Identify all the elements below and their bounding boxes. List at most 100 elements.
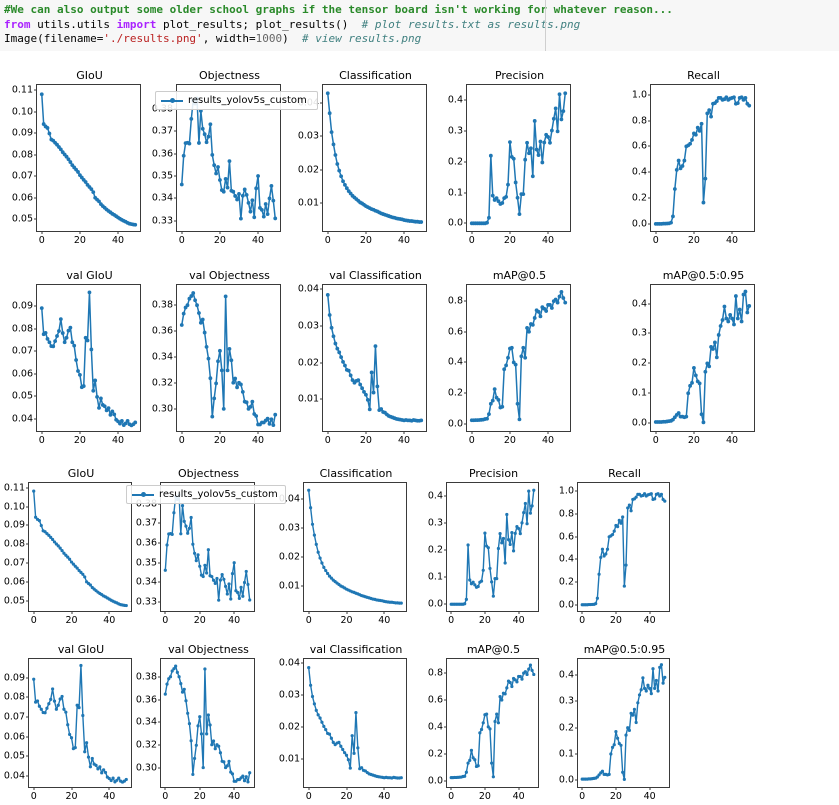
x-tick-mark [731,431,733,434]
chart-title-val-classification: val Classification [309,643,403,656]
x-tick-mark [693,431,695,434]
x-tick-mark [547,431,549,434]
x-tick-label: 40 [228,791,241,802]
x-tick-label: 20 [478,615,491,626]
x-tick-mark [383,611,385,614]
chart-axes-val-giou: 0.04 0.05 0.06 0.07 0.08 0.09 0 20 40 [12,284,141,446]
y-tick-label: 0.0 [631,417,647,429]
x-tick-label: 40 [542,435,555,446]
y-tick-label: 0.4 [427,490,443,502]
x-tick-label: 0 [579,791,586,802]
chart-plot-area-precision [449,488,536,606]
x-tick-mark [547,231,549,234]
chart-plot-area-classification [325,91,424,224]
legend-label-bottom: results_yolov5s_custom [159,489,278,500]
chart-axes-recall: 0.0 0.2 0.4 0.6 0.8 1.0 0 20 40 [559,482,670,626]
chart-axes-val-objectness: 0.30 0.32 0.34 0.36 0.38 0 20 40 [152,284,281,446]
y-tick-label: 0.03 [297,130,319,142]
y-tick-label: 0.35 [151,170,173,182]
y-tick-label: 0.07 [3,557,25,569]
code-token-str: './results.png' [103,32,203,46]
x-tick-label: 0 [468,435,475,446]
chart-axes-map50: 0.0 0.2 0.4 0.6 0.8 0 20 40 [428,658,539,802]
x-tick-label: 20 [503,235,516,246]
chart-panel-map50: mAP@0.5 0.0 0.2 0.4 0.6 0.8 0 20 40 [428,643,541,803]
x-tick-mark [308,787,310,790]
y-tick-label: 0.06 [11,368,33,380]
y-tick-label: 0.0 [427,775,443,787]
y-tick-label: 0.11 [3,482,25,494]
x-tick-label: 0 [324,435,331,446]
y-tick-label: 0.04 [297,283,319,295]
y-tick-label: 0.2 [447,387,463,399]
y-tick-label: 1.0 [631,89,647,101]
chart-title-objectness: Objectness [198,69,261,82]
y-tick-label: 0.03 [297,320,319,332]
y-tick-label: 0.0 [447,217,463,229]
x-tick-mark [199,787,201,790]
x-tick-label: 40 [103,615,116,626]
code-line-2: from utils.utils import plot_results; pl… [4,18,839,33]
chart-title-val-giou: val GIoU [57,643,105,656]
y-tick-label: 1.0 [558,485,574,497]
chart-title-classification: Classification [339,69,412,82]
y-tick-label: 0.05 [3,750,25,762]
x-tick-label: 20 [193,791,206,802]
x-tick-mark [649,611,651,614]
y-tick-label: 0.01 [297,393,319,405]
y-tick-label: 0.0 [558,774,574,786]
x-tick-mark [108,611,110,614]
code-line-1: #We can also output some older school gr… [4,3,839,18]
y-tick-label: 0.30 [151,403,173,415]
chart-panel-val-objectness: val Objectness 0.30 0.32 0.34 0.36 0.38 0 20 40 [136,643,257,803]
chart-panel-map50-95: mAP@0.5:0.95 0.0 0.1 0.2 0.3 0.4 0 20 40 [632,269,757,447]
chart-panel-giou: GIoU 0.05 0.06 0.07 0.08 0.09 0.10 0.11 0 20 40 [12,69,143,247]
y-tick-label: 0.08 [11,149,33,161]
y-tick-label: 0.36 [151,148,173,159]
y-tick-label: 0.33 [135,596,157,608]
x-tick-mark [649,787,651,790]
y-tick-label: 0.01 [278,753,300,765]
chart-panel-recall: Recall 0.0 0.2 0.4 0.6 0.8 1.0 0 20 40 [559,467,672,627]
x-tick-label: 0 [448,791,455,802]
x-tick-label: 20 [609,615,622,626]
x-tick-mark [164,611,166,614]
x-tick-label: 40 [726,435,739,446]
code-token-kw: import [116,17,157,31]
x-tick-mark [403,431,405,434]
x-tick-mark [471,231,473,234]
x-tick-label: 0 [652,235,659,246]
code-token-plain: utils.utils [30,17,117,31]
x-tick-label: 0 [178,435,185,446]
y-tick-label: 0.06 [11,192,33,204]
y-tick-label: 0.07 [11,170,33,182]
code-token-comment: # view results.png [302,32,422,46]
x-tick-label: 40 [398,235,411,246]
code-token-plain: ) [282,32,303,46]
x-tick-mark [327,231,329,234]
x-tick-mark [581,611,583,614]
x-tick-label: 40 [378,615,391,626]
x-tick-mark [403,231,405,234]
x-tick-label: 40 [252,235,265,246]
y-tick-label: 0.01 [297,197,319,209]
y-tick-label: 0.6 [427,694,443,706]
chart-panel-val-giou: val GIoU 0.04 0.05 0.06 0.07 0.08 0.09 0 20 40 [12,269,143,447]
y-tick-label: 0.2 [447,156,463,168]
chart-plot-area-val-objectness [179,291,278,428]
x-tick-mark [655,431,657,434]
chart-panel-precision: Precision 0.0 0.1 0.2 0.3 0.4 0 20 40 [428,467,541,627]
chart-panel-classification: Classification0.010.020.030.0402040 [279,467,409,627]
y-tick-label: 0.05 [3,595,25,607]
x-tick-mark [327,431,329,434]
results-figure-top: GIoU 0.05 0.06 0.07 0.08 0.09 0.10 0.11 0 20 40 Obj… [0,55,839,455]
chart-plot-area-val-classification [325,292,424,423]
x-tick-label: 0 [38,235,45,246]
y-tick-label: 0.1 [558,748,574,760]
code-token-plain: , width= [202,32,256,46]
chart-title-giou: GIoU [76,69,103,82]
chart-axes-val-giou: 0.04 0.05 0.06 0.07 0.08 0.09 0 20 40 [4,658,132,802]
x-tick-mark [365,231,367,234]
notebook-code-cell[interactable]: #We can also output some older school gr… [0,0,839,51]
code-token-comment-bold: #We can also output some older school gr… [4,3,673,16]
